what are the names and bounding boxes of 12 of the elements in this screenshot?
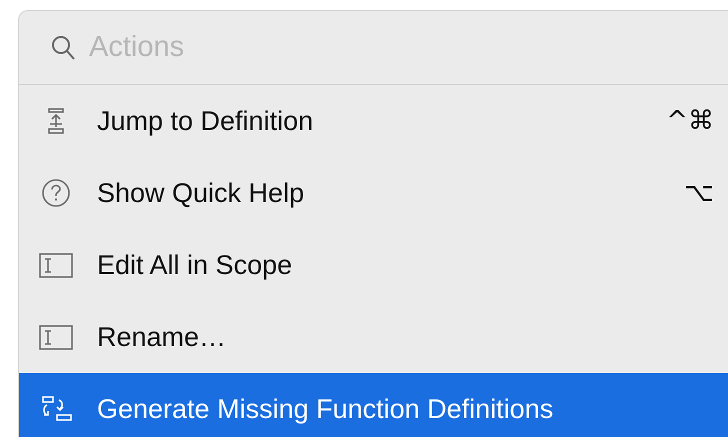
menu-item[interactable]: Jump to Definition ^⌘ (19, 85, 728, 157)
menu-item[interactable]: Edit All in Scope (19, 229, 728, 301)
question-circle-icon (39, 178, 73, 208)
shortcut-label: ^⌘ (666, 106, 714, 136)
menu-item[interactable]: Rename… (19, 301, 728, 373)
shortcut-label: ⌥ (684, 178, 714, 208)
text-field-icon (39, 250, 73, 280)
search-icon (51, 34, 75, 60)
menu-item[interactable]: Generate Missing Function Definitions (19, 373, 728, 437)
text-field-icon (39, 322, 73, 352)
generate-icon (39, 394, 73, 424)
menu-item[interactable]: Show Quick Help ⌥ (19, 157, 728, 229)
